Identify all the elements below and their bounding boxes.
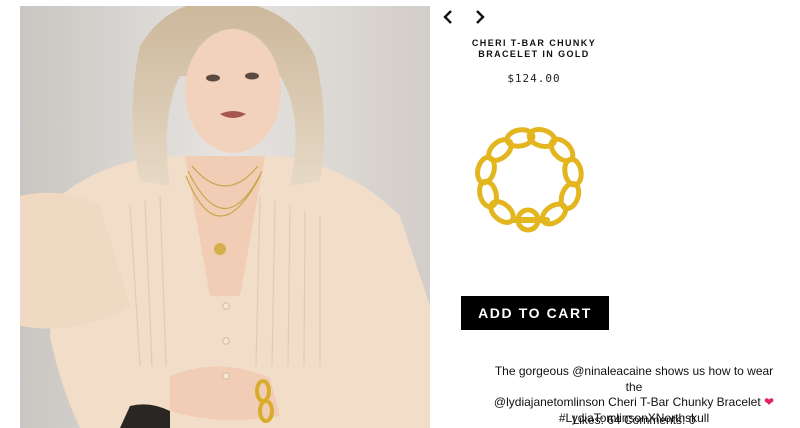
heart-icon: ❤ [764,395,775,409]
product-image[interactable] [462,98,602,273]
prev-button[interactable] [440,8,456,26]
caption-line: The gorgeous @ninaleacaine shows us how … [494,364,774,394]
product-title[interactable]: CHERI T-BAR CHUNKY BRACELET IN GOLD [440,38,628,60]
caption-line: @lydiajanetomlinson Cheri T-Bar Chunky B… [488,395,780,411]
gold-bracelet-image [475,127,584,233]
post-stats: Likes: 64 Comments: 0 [488,413,780,427]
carousel-nav [440,8,488,26]
add-to-cart-button[interactable]: ADD TO CART [461,296,609,330]
comments-label: Comments: [624,413,686,427]
product-price: $124.00 [507,72,561,85]
likes-label: Likes: [572,413,604,427]
comments-count: 0 [688,413,696,427]
caption-mention-text[interactable]: @lydiajanetomlinson Cheri T-Bar Chunky B… [494,395,761,409]
next-button[interactable] [472,8,488,26]
likes-count: 64 [607,413,621,427]
lifestyle-photo [20,6,430,428]
chevron-left-icon [443,10,452,24]
chevron-right-icon [476,10,485,24]
